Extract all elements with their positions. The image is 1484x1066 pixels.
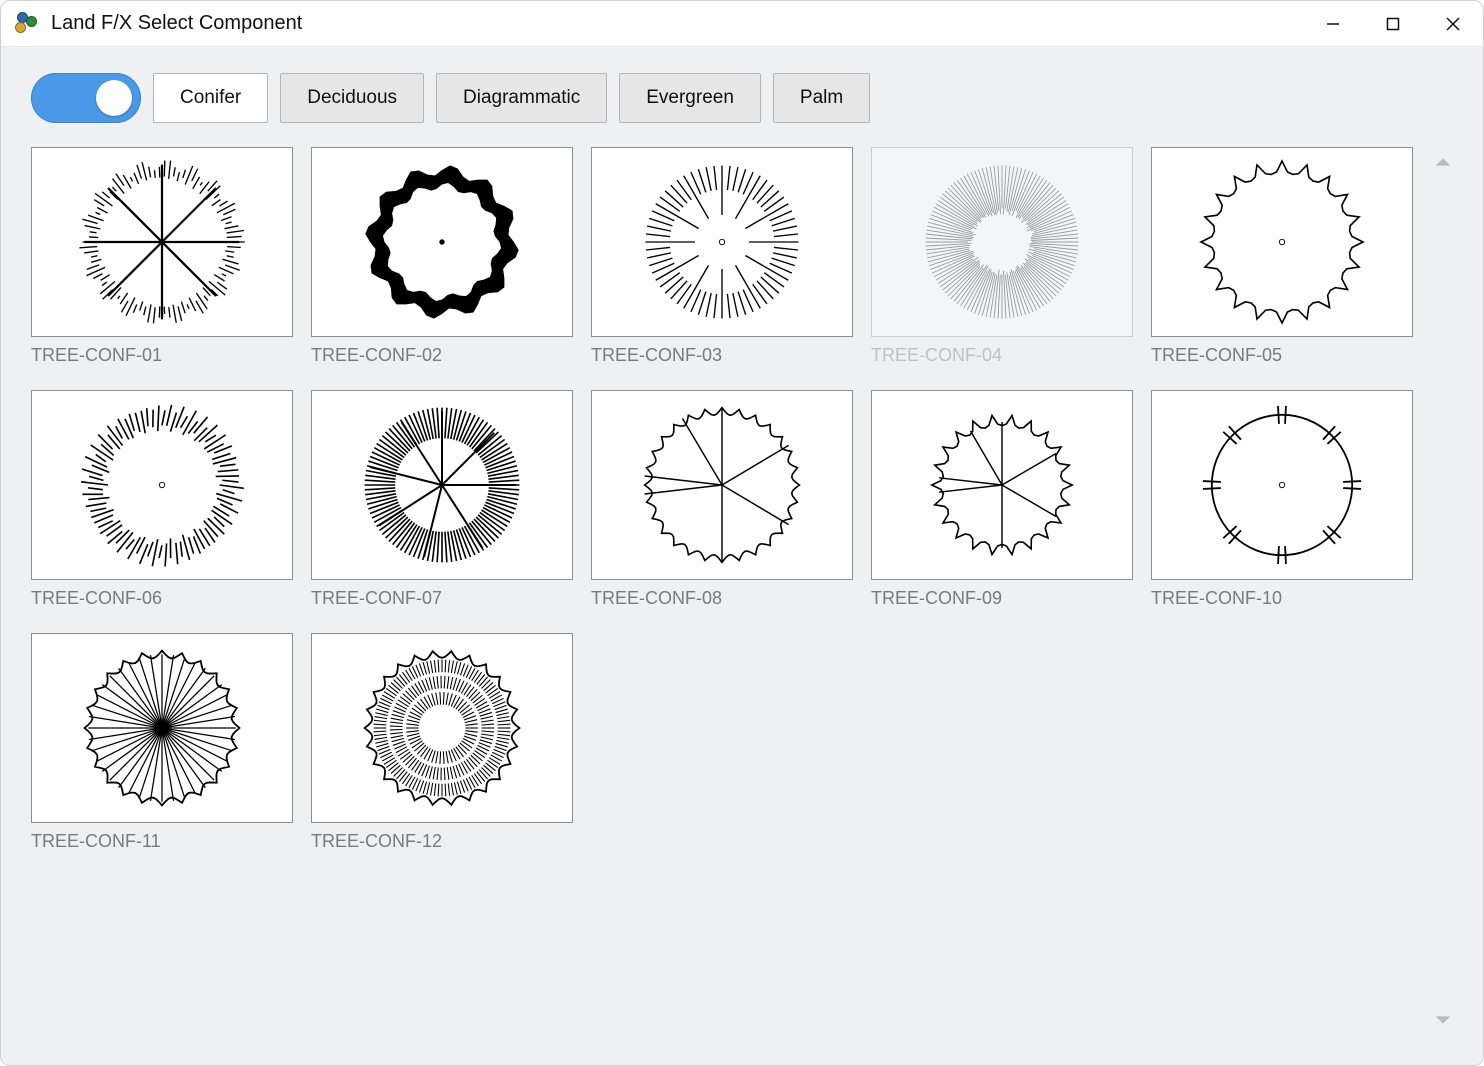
component-card[interactable]: TREE-CONF-08 (591, 390, 853, 609)
grid-wrap: TREE-CONF-01 TREE-CONF-02 (31, 147, 1453, 1035)
component-label: TREE-CONF-12 (311, 831, 573, 852)
component-label: TREE-CONF-01 (31, 345, 293, 366)
tree-symbol-icon (352, 638, 532, 818)
component-thumb (871, 390, 1133, 580)
component-thumb (31, 633, 293, 823)
component-card[interactable]: TREE-CONF-06 (31, 390, 293, 609)
view-toggle[interactable] (31, 73, 141, 123)
component-thumb (591, 147, 853, 337)
component-label: TREE-CONF-06 (31, 588, 293, 609)
tree-symbol-icon (1192, 395, 1372, 575)
scroll-down-icon[interactable] (1434, 1011, 1452, 1029)
component-card[interactable]: TREE-CONF-07 (311, 390, 573, 609)
component-thumb (311, 633, 573, 823)
tab-conifer[interactable]: Conifer (153, 73, 268, 123)
component-label: TREE-CONF-10 (1151, 588, 1413, 609)
maximize-button[interactable] (1363, 1, 1423, 47)
component-label: TREE-CONF-05 (1151, 345, 1413, 366)
tree-symbol-icon (352, 152, 532, 332)
tree-symbol-icon (632, 395, 812, 575)
tree-symbol-icon (912, 395, 1092, 575)
tab-palm[interactable]: Palm (773, 73, 870, 123)
tab-deciduous[interactable]: Deciduous (280, 73, 424, 123)
component-card[interactable]: TREE-CONF-10 (1151, 390, 1413, 609)
component-card[interactable]: TREE-CONF-01 (31, 147, 293, 366)
component-label: TREE-CONF-02 (311, 345, 573, 366)
vertical-scrollbar[interactable] (1433, 147, 1453, 1035)
tree-symbol-icon (72, 638, 252, 818)
component-label: TREE-CONF-03 (591, 345, 853, 366)
tree-symbol-icon (1192, 152, 1372, 332)
component-thumb (591, 390, 853, 580)
window-title: Land F/X Select Component (51, 12, 302, 35)
component-label: TREE-CONF-07 (311, 588, 573, 609)
component-grid: TREE-CONF-01 TREE-CONF-02 (31, 147, 1433, 1035)
component-label: TREE-CONF-09 (871, 588, 1133, 609)
tree-symbol-icon (72, 152, 252, 332)
window-controls (1303, 1, 1483, 47)
close-button[interactable] (1423, 1, 1483, 47)
titlebar: Land F/X Select Component (1, 1, 1483, 47)
app-window: Land F/X Select Component Conifer Decidu… (0, 0, 1484, 1066)
client-area: Conifer Deciduous Diagrammatic Evergreen… (1, 47, 1483, 1065)
component-card[interactable]: TREE-CONF-03 (591, 147, 853, 366)
component-thumb (31, 147, 293, 337)
toggle-knob (96, 80, 132, 116)
tab-evergreen[interactable]: Evergreen (619, 73, 761, 123)
tree-symbol-icon (352, 395, 532, 575)
tree-symbol-icon (632, 152, 812, 332)
component-thumb (311, 390, 573, 580)
toolbar: Conifer Deciduous Diagrammatic Evergreen… (31, 73, 1453, 123)
component-thumb (1151, 390, 1413, 580)
minimize-button[interactable] (1303, 1, 1363, 47)
component-thumb (871, 147, 1133, 337)
component-card[interactable]: TREE-CONF-11 (31, 633, 293, 852)
component-card[interactable]: TREE-CONF-05 (1151, 147, 1413, 366)
component-label: TREE-CONF-08 (591, 588, 853, 609)
component-card[interactable]: TREE-CONF-09 (871, 390, 1133, 609)
component-thumb (311, 147, 573, 337)
component-card[interactable]: TREE-CONF-04 (871, 147, 1133, 366)
component-thumb (1151, 147, 1413, 337)
component-card[interactable]: TREE-CONF-02 (311, 147, 573, 366)
tree-symbol-icon (72, 395, 252, 575)
component-label: TREE-CONF-11 (31, 831, 293, 852)
tree-symbol-icon (912, 152, 1092, 332)
scroll-up-icon[interactable] (1434, 153, 1452, 171)
component-card[interactable]: TREE-CONF-12 (311, 633, 573, 852)
component-label: TREE-CONF-04 (871, 345, 1133, 366)
app-icon (15, 12, 39, 36)
tab-diagrammatic[interactable]: Diagrammatic (436, 73, 607, 123)
component-thumb (31, 390, 293, 580)
